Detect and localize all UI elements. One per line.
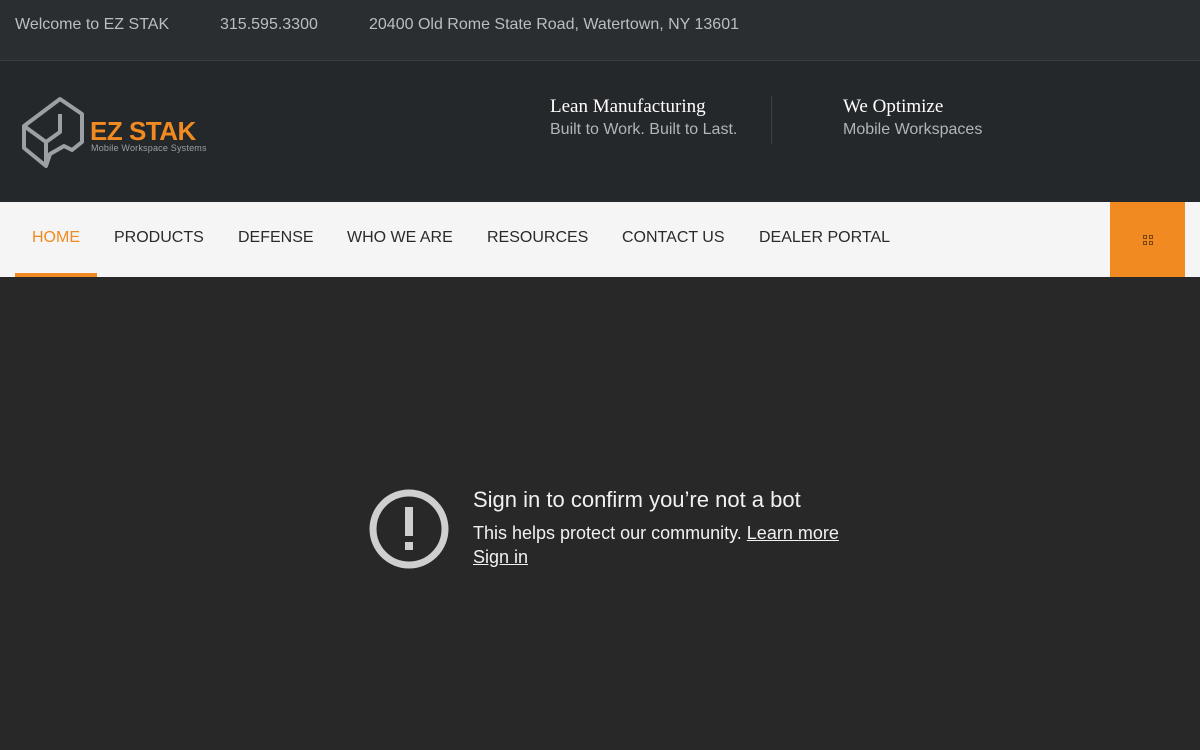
nav-item-products[interactable]: PRODUCTS [97, 202, 221, 277]
nav-item-who-we-are[interactable]: WHO WE ARE [330, 202, 470, 277]
header-tagline-lean: Lean Manufacturing Built to Work. Built … [550, 96, 737, 142]
nav-item-dealer-portal[interactable]: DEALER PORTAL [742, 202, 907, 277]
signin-prompt-text: This helps protect our community. [473, 523, 742, 543]
nav-item-home[interactable]: HOME [15, 202, 97, 277]
nav-item-resources[interactable]: RESOURCES [470, 202, 605, 277]
header-tagline-optimize: We Optimize Mobile Workspaces [843, 96, 982, 142]
welcome-text: Welcome to EZ STAK [15, 16, 170, 33]
sign-in-link[interactable]: Sign in [473, 547, 528, 568]
tagline-subtitle: Mobile Workspaces [843, 121, 983, 138]
nav-item-contact-us[interactable]: CONTACT US [605, 202, 742, 277]
tagline-title: Lean Manufacturing [550, 96, 706, 117]
tagline-subtitle: Built to Work. Built to Last. [550, 121, 738, 138]
site-logo[interactable]: EZ STAK Mobile Workspace Systems [20, 96, 220, 168]
address-text: 20400 Old Rome State Road, Watertown, NY… [369, 16, 739, 33]
signin-prompt-title: Sign in to confirm you’re not a bot [473, 487, 801, 512]
top-info-bar: Welcome to EZ STAK 315.595.3300 20400 Ol… [0, 0, 1200, 61]
nav-item-defense[interactable]: DEFENSE [221, 202, 331, 277]
signin-prompt-body: This helps protect our community. Learn … [473, 523, 839, 544]
phone-number[interactable]: 315.595.3300 [220, 16, 318, 34]
tagline-title: We Optimize [843, 96, 944, 117]
site-header: EZ STAK Mobile Workspace Systems Lean Ma… [0, 61, 1200, 202]
menu-toggle-button[interactable] [1110, 202, 1185, 277]
main-nav: HOME PRODUCTS DEFENSE WHO WE ARE RESOURC… [0, 202, 1200, 277]
alert-circle-icon [369, 489, 449, 569]
grid-icon [1142, 234, 1153, 245]
header-divider [771, 96, 772, 144]
logo-tagline: Mobile Workspace Systems [91, 143, 207, 153]
box-outline-icon [22, 97, 84, 168]
embed-area: Sign in to confirm you’re not a bot This… [0, 277, 1200, 750]
learn-more-link[interactable]: Learn more [747, 523, 839, 543]
